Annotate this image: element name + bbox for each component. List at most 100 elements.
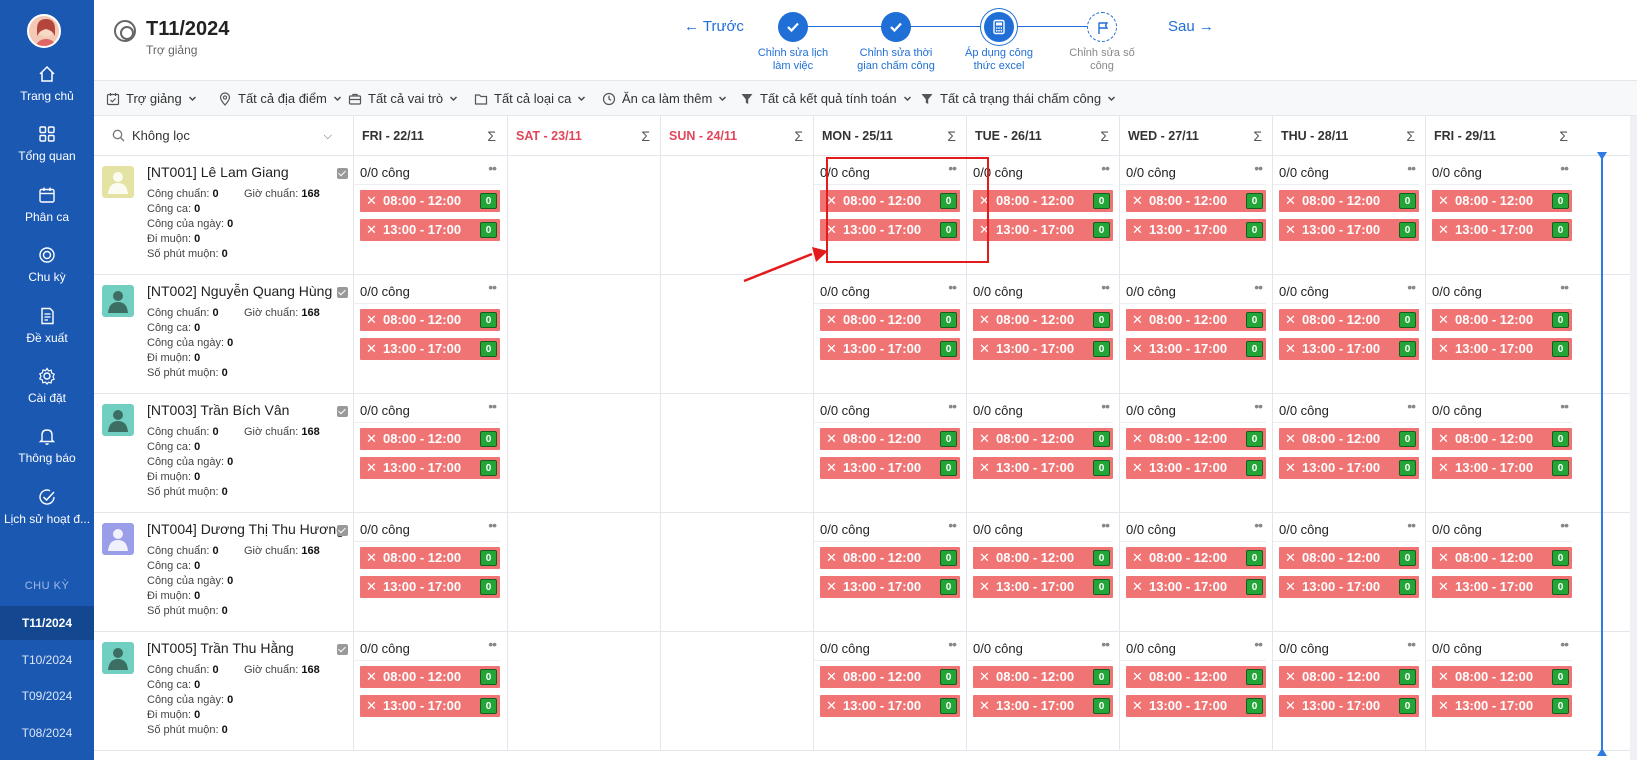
sidebar-item-1[interactable]: Tổng quan [0, 124, 94, 184]
more-icon[interactable]: •• [488, 517, 497, 533]
user-avatar[interactable] [27, 14, 61, 48]
more-icon[interactable]: •• [1407, 398, 1416, 414]
more-icon[interactable]: •• [1101, 398, 1110, 414]
shift-block[interactable]: ✕ 08:00 - 12:00 0 [1279, 309, 1419, 331]
shift-block[interactable]: ✕ 13:00 - 17:00 0 [973, 219, 1113, 241]
close-icon[interactable]: ✕ [1438, 428, 1449, 450]
employee-filter-select[interactable]: Không lọc ⌵ [112, 124, 332, 148]
close-icon[interactable]: ✕ [979, 457, 990, 479]
more-icon[interactable]: •• [488, 160, 497, 176]
shift-block[interactable]: ✕ 13:00 - 17:00 0 [973, 457, 1113, 479]
close-icon[interactable]: ✕ [826, 428, 837, 450]
shift-block[interactable]: ✕ 08:00 - 12:00 0 [1126, 190, 1266, 212]
shift-block[interactable]: ✕ 08:00 - 12:00 0 [820, 666, 960, 688]
step-4[interactable] [1087, 12, 1117, 42]
close-icon[interactable]: ✕ [1438, 219, 1449, 241]
close-icon[interactable]: ✕ [826, 309, 837, 331]
close-icon[interactable]: ✕ [979, 547, 990, 569]
more-icon[interactable]: •• [1560, 279, 1569, 295]
prev-button[interactable]: ← Trước [684, 18, 744, 35]
shift-block[interactable]: ✕ 08:00 - 12:00 0 [820, 309, 960, 331]
more-icon[interactable]: •• [1101, 636, 1110, 652]
more-icon[interactable]: •• [948, 398, 957, 414]
cycle-item[interactable]: T11/2024 [0, 606, 94, 640]
more-icon[interactable]: •• [1407, 636, 1416, 652]
shift-block[interactable]: ✕ 13:00 - 17:00 0 [820, 695, 960, 717]
day-cell[interactable] [660, 394, 813, 513]
day-cell[interactable] [507, 513, 660, 632]
shift-block[interactable]: ✕ 08:00 - 12:00 0 [820, 547, 960, 569]
more-icon[interactable]: •• [948, 636, 957, 652]
close-icon[interactable]: ✕ [1438, 457, 1449, 479]
shift-block[interactable]: ✕ 13:00 - 17:00 0 [820, 338, 960, 360]
more-icon[interactable]: •• [1101, 160, 1110, 176]
close-icon[interactable]: ✕ [1132, 190, 1143, 212]
day-cell[interactable] [660, 513, 813, 632]
shift-block[interactable]: ✕ 13:00 - 17:00 0 [1126, 338, 1266, 360]
more-icon[interactable]: •• [1254, 517, 1263, 533]
shift-block[interactable]: ✕ 08:00 - 12:00 0 [1279, 190, 1419, 212]
cycle-item[interactable]: T08/2024 [0, 716, 94, 750]
employee-checkbox[interactable] [337, 287, 348, 298]
close-icon[interactable]: ✕ [826, 547, 837, 569]
close-icon[interactable]: ✕ [1438, 309, 1449, 331]
shift-block[interactable]: ✕ 13:00 - 17:00 0 [973, 576, 1113, 598]
shift-block[interactable]: ✕ 08:00 - 12:00 0 [1432, 428, 1572, 450]
more-icon[interactable]: •• [1407, 279, 1416, 295]
more-icon[interactable]: •• [948, 279, 957, 295]
close-icon[interactable]: ✕ [1132, 666, 1143, 688]
more-icon[interactable]: •• [1254, 398, 1263, 414]
shift-block[interactable]: ✕ 08:00 - 12:00 0 [1432, 666, 1572, 688]
close-icon[interactable]: ✕ [979, 428, 990, 450]
more-icon[interactable]: •• [1254, 279, 1263, 295]
cycle-item[interactable]: T09/2024 [0, 679, 94, 713]
more-icon[interactable]: •• [1560, 160, 1569, 176]
day-cell[interactable] [660, 632, 813, 751]
shift-block[interactable]: ✕ 13:00 - 17:00 0 [1126, 576, 1266, 598]
shift-block[interactable]: ✕ 13:00 - 17:00 0 [1432, 695, 1572, 717]
shift-block[interactable]: ✕ 08:00 - 12:00 0 [360, 666, 500, 688]
close-icon[interactable]: ✕ [1285, 457, 1296, 479]
shift-block[interactable]: ✕ 13:00 - 17:00 0 [1126, 219, 1266, 241]
step-1[interactable] [778, 12, 808, 42]
shift-block[interactable]: ✕ 13:00 - 17:00 0 [973, 338, 1113, 360]
close-icon[interactable]: ✕ [1438, 547, 1449, 569]
shift-block[interactable]: ✕ 08:00 - 12:00 0 [973, 190, 1113, 212]
close-icon[interactable]: ✕ [1132, 547, 1143, 569]
shift-block[interactable]: ✕ 08:00 - 12:00 0 [973, 547, 1113, 569]
sum-icon[interactable]: Σ [641, 116, 650, 156]
close-icon[interactable]: ✕ [979, 695, 990, 717]
filter-dropdown-3[interactable]: Tất cả loại ca [474, 81, 586, 117]
shift-block[interactable]: ✕ 08:00 - 12:00 0 [360, 309, 500, 331]
sum-icon[interactable]: Σ [1100, 116, 1109, 156]
filter-dropdown-2[interactable]: Tất cả vai trò [348, 81, 458, 117]
close-icon[interactable]: ✕ [979, 338, 990, 360]
shift-block[interactable]: ✕ 13:00 - 17:00 0 [1126, 695, 1266, 717]
more-icon[interactable]: •• [1254, 160, 1263, 176]
shift-block[interactable]: ✕ 13:00 - 17:00 0 [360, 219, 500, 241]
employee-name[interactable]: [NT002] Nguyễn Quang Hùng [147, 283, 332, 299]
close-icon[interactable]: ✕ [1132, 428, 1143, 450]
sidebar-item-2[interactable]: Phân ca [0, 185, 94, 245]
sum-icon[interactable]: Σ [794, 116, 803, 156]
close-icon[interactable]: ✕ [366, 190, 377, 212]
close-icon[interactable]: ✕ [1285, 695, 1296, 717]
close-icon[interactable]: ✕ [826, 666, 837, 688]
close-icon[interactable]: ✕ [1438, 338, 1449, 360]
more-icon[interactable]: •• [1560, 636, 1569, 652]
employee-name[interactable]: [NT003] Trần Bích Vân [147, 402, 289, 418]
close-icon[interactable]: ✕ [826, 695, 837, 717]
shift-block[interactable]: ✕ 08:00 - 12:00 0 [1126, 666, 1266, 688]
close-icon[interactable]: ✕ [1132, 309, 1143, 331]
close-icon[interactable]: ✕ [1285, 190, 1296, 212]
day-cell[interactable] [507, 394, 660, 513]
more-icon[interactable]: •• [1101, 517, 1110, 533]
shift-block[interactable]: ✕ 08:00 - 12:00 0 [973, 666, 1113, 688]
shift-block[interactable]: ✕ 08:00 - 12:00 0 [1432, 309, 1572, 331]
shift-block[interactable]: ✕ 08:00 - 12:00 0 [1432, 190, 1572, 212]
close-icon[interactable]: ✕ [1285, 576, 1296, 598]
shift-block[interactable]: ✕ 08:00 - 12:00 0 [1126, 428, 1266, 450]
close-icon[interactable]: ✕ [366, 457, 377, 479]
step-3[interactable] [984, 12, 1014, 42]
sidebar-item-5[interactable]: Cài đặt [0, 366, 94, 426]
